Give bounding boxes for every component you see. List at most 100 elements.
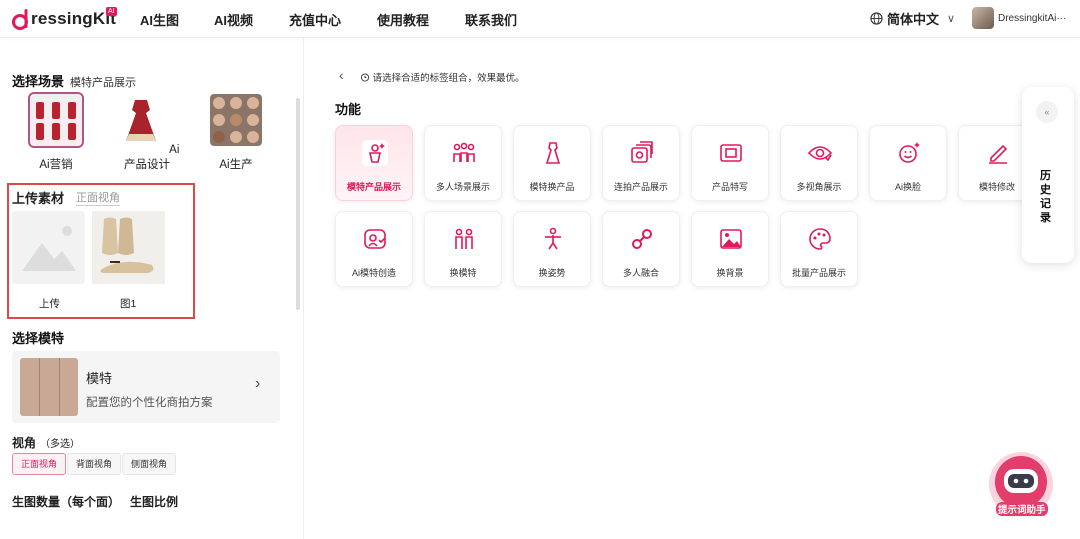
upload-button[interactable] (12, 211, 85, 284)
function-swap-background[interactable]: 换背景 (691, 211, 769, 287)
upload-section-title: 上传素材 (12, 191, 65, 206)
uploaded-image-1[interactable] (92, 211, 165, 284)
function-burst-display[interactable]: 连拍产品展示 (602, 125, 680, 201)
function-batch-product[interactable]: 批量产品展示 (780, 211, 858, 287)
nav-ai-video[interactable]: AI视频 (214, 10, 253, 29)
nav-recharge[interactable]: 充值中心 (289, 10, 341, 29)
function-label: 换姿势 (538, 268, 566, 278)
user-name: DressingkitAi··· (998, 12, 1067, 24)
chevron-right-icon: › (255, 375, 261, 392)
function-label: 模特产品展示 (346, 182, 401, 192)
scene-product-design[interactable]: Ai产品设计 (112, 94, 182, 172)
scene-label: Ai生产 (219, 159, 253, 171)
pose-icon (545, 227, 561, 250)
edit-icon (989, 144, 1008, 164)
dress-thumb (114, 94, 167, 146)
group-icon (453, 142, 475, 162)
function-face-swap[interactable]: Ai换脸 (869, 125, 947, 201)
dress-icon (545, 142, 561, 164)
language-selector[interactable]: 简体中文 ∨ (870, 9, 955, 28)
multi-view-icon (807, 146, 833, 162)
brand-logo[interactable]: ressingKit AI (12, 6, 117, 32)
burst-photo-icon (631, 141, 653, 163)
angle-chip-back[interactable]: 背面视角 (67, 453, 122, 475)
collapse-icon[interactable]: « (1036, 101, 1058, 123)
faces-thumb (210, 94, 262, 146)
hint-text: 请选择合适的标签组合，效果最优。 (360, 70, 525, 84)
swap-model-icon (455, 228, 473, 249)
angle-section-title: 视角 （多选） (12, 436, 81, 450)
brand-name: ressingKit (31, 9, 117, 28)
function-label: 多视角展示 (796, 182, 842, 192)
shoes-thumb (92, 211, 165, 284)
scene-selected: 模特产品展示 (70, 77, 137, 89)
top-navbar: ressingKit AI AI生图 AI视频 充值中心 使用教程 联系我们 简… (0, 0, 1080, 38)
model-description: 配置您的个性化商拍方案 (86, 397, 213, 409)
function-ai-model-create[interactable]: Ai模特创造 (335, 211, 413, 287)
function-label: 换模特 (449, 268, 477, 278)
function-label: 产品特写 (711, 182, 748, 192)
user-menu[interactable]: DressingkitAi··· (972, 7, 1066, 29)
count-section-title: 生图数量（每个面） 生图比例 (12, 495, 179, 509)
panel-scrollbar[interactable] (296, 98, 300, 310)
avatar (972, 7, 994, 29)
language-label: 简体中文 (887, 12, 940, 27)
scene-marketing-thumb (28, 92, 84, 148)
function-swap-model[interactable]: 换模特 (424, 211, 502, 287)
function-label: 连拍产品展示 (613, 182, 668, 192)
palette-icon (809, 228, 831, 250)
settings-panel: 选择场景 模特产品展示 Ai营销 Ai产品设计 Ai生产 上传素材 正面视角 上… (0, 38, 304, 539)
globe-icon (870, 12, 883, 25)
function-multi-view[interactable]: 多视角展示 (780, 125, 858, 201)
function-closeup[interactable]: 产品特写 (691, 125, 769, 201)
image-1-label: 图1 (120, 298, 137, 310)
angle-chip-front[interactable]: 正面视角 (12, 453, 67, 475)
back-arrow-icon[interactable]: ‹ (339, 67, 344, 83)
function-label: 多人场景展示 (435, 182, 490, 192)
function-swap-pose[interactable]: 换姿势 (513, 211, 591, 287)
chevron-down-icon: ∨ (947, 13, 956, 25)
angle-chip-side[interactable]: 侧面视角 (122, 453, 177, 475)
model-selector[interactable]: 模特 配置您的个性化商拍方案 › (12, 351, 280, 423)
model-product-icon (362, 140, 388, 166)
face-swap-icon (899, 142, 920, 163)
alarm-clock-icon (360, 73, 370, 82)
function-label: 多人融合 (622, 268, 659, 278)
function-section-title: 功能 (335, 102, 362, 117)
history-panel[interactable]: « 历史记录 (1022, 87, 1074, 263)
merge-icon (632, 229, 652, 249)
function-label: 批量产品展示 (791, 268, 846, 278)
scene-label: Ai营销 (39, 159, 73, 171)
angle-note: （多选） (40, 439, 81, 450)
scene-marketing[interactable]: Ai营销 (26, 92, 86, 172)
upload-label: 上传 (39, 298, 60, 310)
function-label: Ai模特创造 (351, 268, 396, 278)
function-model-product[interactable]: 模特产品展示 (335, 125, 413, 201)
closeup-icon (720, 144, 742, 162)
function-multi-merge[interactable]: 多人融合 (602, 211, 680, 287)
assistant-label[interactable]: 提示词助手 (996, 502, 1048, 516)
models-grid-thumb (20, 358, 78, 416)
background-icon (720, 229, 742, 249)
logo-d-icon (12, 9, 28, 30)
nav-tutorial[interactable]: 使用教程 (377, 10, 429, 29)
model-create-icon (364, 229, 386, 249)
model-section-title: 选择模特 (12, 331, 65, 346)
history-label: 历史记录 (1040, 170, 1051, 224)
nav-contact[interactable]: 联系我们 (465, 10, 517, 29)
model-name: 模特 (86, 371, 113, 386)
scene-section-title: 选择场景 模特产品展示 (12, 74, 137, 89)
nav-ai-image[interactable]: AI生图 (140, 10, 179, 29)
ratio-section-title: 生图比例 (130, 495, 179, 509)
function-label: 模特换产品 (529, 182, 575, 192)
image-placeholder-icon (22, 226, 76, 271)
function-model-swap-product[interactable]: 模特换产品 (513, 125, 591, 201)
brand-badge: AI (106, 7, 117, 16)
function-label: 换背景 (716, 268, 744, 278)
scene-label: Ai产品设计 (124, 144, 180, 171)
scene-production[interactable]: Ai生产 (206, 94, 266, 172)
function-multi-person[interactable]: 多人场景展示 (424, 125, 502, 201)
tab-front-view[interactable]: 正面视角 (76, 189, 120, 206)
function-label: Ai换脸 (894, 182, 921, 192)
function-area: ‹ 请选择合适的标签组合，效果最优。 功能 模特产品展示 多人场景展示 模特换产… (305, 38, 1080, 539)
